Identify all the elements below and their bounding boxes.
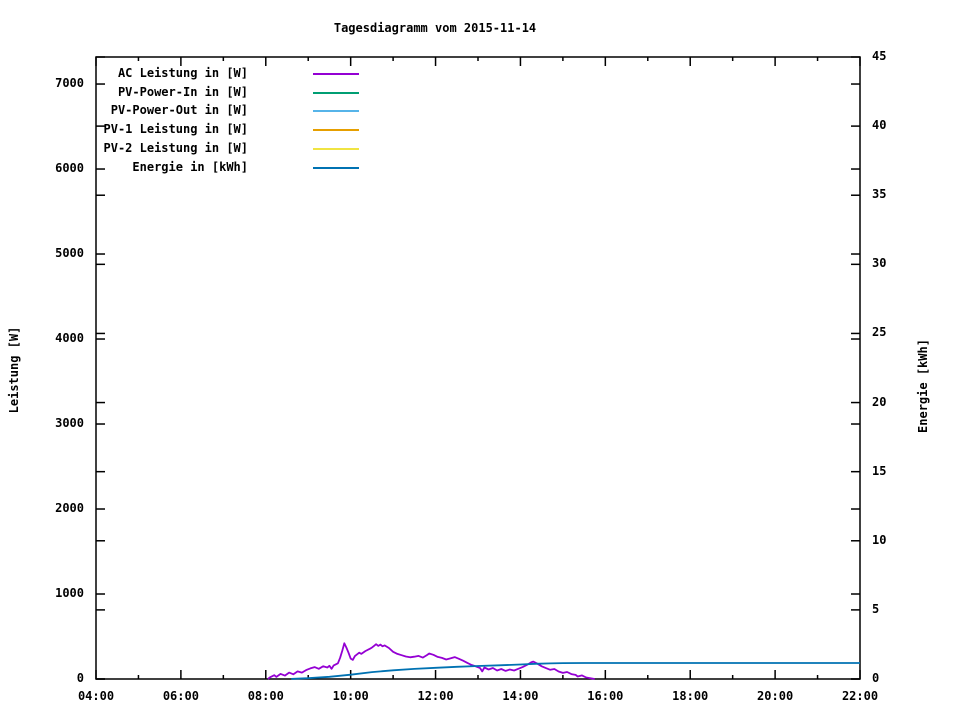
y-left-tick-label: 7000 [55, 76, 84, 91]
legend-label-pv-2-leistung-in-w-: PV-2 Leistung in [W] [103, 140, 249, 155]
legend-sample-line [313, 147, 359, 150]
legend-label-energie-in-kwh-: Energie in [kWh] [132, 159, 248, 174]
y-left-tick-label: 0 [76, 671, 84, 685]
legend-sample-line [313, 73, 359, 75]
y-right-tick-label: 10 [872, 532, 887, 547]
legend-sample-line [313, 91, 359, 94]
x-tick-label: 20:00 [757, 689, 794, 703]
y-left-tick-label: 1000 [55, 586, 84, 600]
legend-sample-line [313, 129, 359, 132]
y-right-tick-label: 0 [872, 671, 880, 685]
y-right-tick-label: 30 [872, 256, 887, 271]
y-right-tick-label: 15 [872, 463, 887, 478]
x-tick-label: 14:00 [502, 689, 539, 703]
x-tick-label: 18:00 [672, 689, 709, 703]
y-right-tick-label: 40 [872, 118, 887, 133]
legend-label-pv-1-leistung-in-w-: PV-1 Leistung in [W] [103, 122, 249, 137]
x-tick-label: 08:00 [247, 689, 284, 703]
x-tick-label: 04:00 [77, 689, 115, 703]
legend-sample-line [313, 166, 359, 169]
y-left-tick-label: 4000 [55, 331, 84, 346]
x-tick-label: 16:00 [587, 689, 624, 703]
y-left-tick-label: 5000 [55, 246, 84, 261]
x-tick-label: 12:00 [417, 689, 454, 703]
y-right-tick-label: 35 [872, 187, 887, 202]
legend-label-pv-power-in-in-w-: PV-Power-In in [W] [117, 84, 248, 99]
y-right-tick-label: 20 [872, 394, 887, 409]
x-tick-label: 06:00 [162, 689, 199, 703]
series-line-ac-leistung-in-w- [267, 642, 595, 680]
y-left-tick-label: 2000 [55, 501, 84, 515]
x-tick-label: 10:00 [332, 689, 369, 703]
y-right-tick-label: 25 [872, 325, 887, 340]
y-right-tick-label: 5 [872, 601, 880, 616]
legend-sample-line [313, 110, 359, 113]
x-tick-label: 22:00 [841, 689, 879, 703]
chart-canvas: Tagesdiagramm vom 2015-11-14 Leistung [W… [0, 0, 960, 720]
legend-label-pv-power-out-in-w-: PV-Power-Out in [W] [110, 103, 248, 118]
legend-label-ac-leistung-in-w-: AC Leistung in [W] [117, 66, 248, 80]
y-left-tick-label: 6000 [55, 161, 84, 176]
y-right-tick-label: 45 [872, 49, 887, 63]
y-left-tick-label: 3000 [55, 416, 84, 430]
